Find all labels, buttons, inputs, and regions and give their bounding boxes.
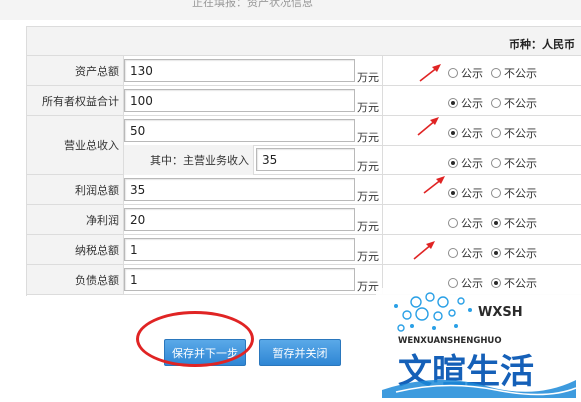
public-radio[interactable] [448, 188, 458, 198]
column-divider [382, 56, 383, 295]
public-option-label: 公示 [461, 217, 483, 230]
total-assets-input[interactable] [124, 59, 355, 82]
svg-text:WXSH: WXSH [478, 305, 523, 320]
red-circle-annotation [136, 311, 254, 367]
label-total-assets: 资产总额 [27, 56, 124, 86]
page-breadcrumb: 正在填报：资产状况信息 [192, 0, 313, 9]
disclose-radio-group: 公示 不公示 [448, 65, 545, 81]
not-public-option-label: 不公示 [504, 97, 537, 110]
disclose-radio-group: 公示 不公示 [448, 245, 545, 261]
public-radio[interactable] [448, 68, 458, 78]
not-public-option-label: 不公示 [504, 67, 537, 80]
not-public-radio[interactable] [491, 158, 501, 168]
label-total-revenue: 营业总收入 [27, 116, 124, 175]
not-public-option-label: 不公示 [504, 187, 537, 200]
label-total-profit: 利润总额 [27, 175, 124, 205]
public-radio[interactable] [448, 218, 458, 228]
total-profit-input[interactable] [124, 178, 355, 201]
public-option-label: 公示 [461, 97, 483, 110]
disclose-radio-group: 公示 不公示 [448, 215, 545, 231]
unit-label: 万元 [357, 131, 379, 144]
not-public-radio[interactable] [491, 98, 501, 108]
not-public-radio[interactable] [491, 188, 501, 198]
red-arrow-icon [413, 241, 435, 260]
public-option-label: 公示 [461, 187, 483, 200]
owners-equity-input[interactable] [124, 89, 355, 112]
disclose-radio-group: 公示 不公示 [448, 125, 545, 141]
unit-label: 万元 [357, 71, 379, 84]
main-business-revenue-input[interactable] [256, 148, 355, 171]
total-tax-input[interactable] [124, 238, 355, 261]
label-total-tax: 纳税总额 [27, 235, 124, 265]
public-radio[interactable] [448, 98, 458, 108]
not-public-option-label: 不公示 [504, 247, 537, 260]
label-total-liabilities: 负债总额 [27, 265, 124, 295]
public-radio[interactable] [448, 128, 458, 138]
public-radio[interactable] [448, 158, 458, 168]
not-public-radio[interactable] [491, 68, 501, 78]
sub-row-divider [254, 145, 581, 146]
public-option-label: 公示 [461, 247, 483, 260]
public-option-label: 公示 [461, 157, 483, 170]
label-owners-equity: 所有者权益合计 [27, 86, 124, 116]
not-public-option-label: 不公示 [504, 157, 537, 170]
not-public-radio[interactable] [491, 128, 501, 138]
red-arrow-icon [417, 117, 439, 136]
unit-label: 万元 [357, 101, 379, 114]
red-arrow-icon [423, 176, 445, 194]
total-revenue-input[interactable] [124, 119, 355, 142]
not-public-radio[interactable] [491, 218, 501, 228]
currency-row: 币种：人民币 [27, 27, 581, 56]
not-public-radio[interactable] [491, 248, 501, 258]
disclose-radio-group: 公示 不公示 [448, 95, 545, 111]
brand-logo-watermark: WXSH WENXUANSHENGHUO 文暄生活 [376, 288, 581, 402]
disclose-radio-group: 公示 不公示 [448, 185, 545, 201]
unit-label: 万元 [357, 160, 379, 173]
save-and-close-button[interactable]: 暂存并关闭 [259, 339, 341, 366]
net-profit-input[interactable] [124, 208, 355, 231]
not-public-option-label: 不公示 [504, 217, 537, 230]
unit-label: 万元 [357, 220, 379, 233]
public-option-label: 公示 [461, 67, 483, 80]
total-liabilities-input[interactable] [124, 268, 355, 291]
logo-mark: WXSH [478, 305, 523, 320]
public-radio[interactable] [448, 248, 458, 258]
red-arrow-icon [419, 64, 441, 82]
logo-english-text: WENXUANSHENGHUO [398, 336, 502, 346]
unit-label: 万元 [357, 190, 379, 203]
public-option-label: 公示 [461, 127, 483, 140]
currency-label: 币种：人民币 [509, 38, 575, 51]
label-net-profit: 净利润 [27, 205, 124, 235]
disclose-radio-group: 公示 不公示 [448, 155, 545, 171]
not-public-radio[interactable] [491, 278, 501, 288]
not-public-option-label: 不公示 [504, 127, 537, 140]
public-radio[interactable] [448, 278, 458, 288]
label-main-business-revenue: 其中：主营业务收入 [124, 145, 254, 175]
unit-label: 万元 [357, 250, 379, 263]
